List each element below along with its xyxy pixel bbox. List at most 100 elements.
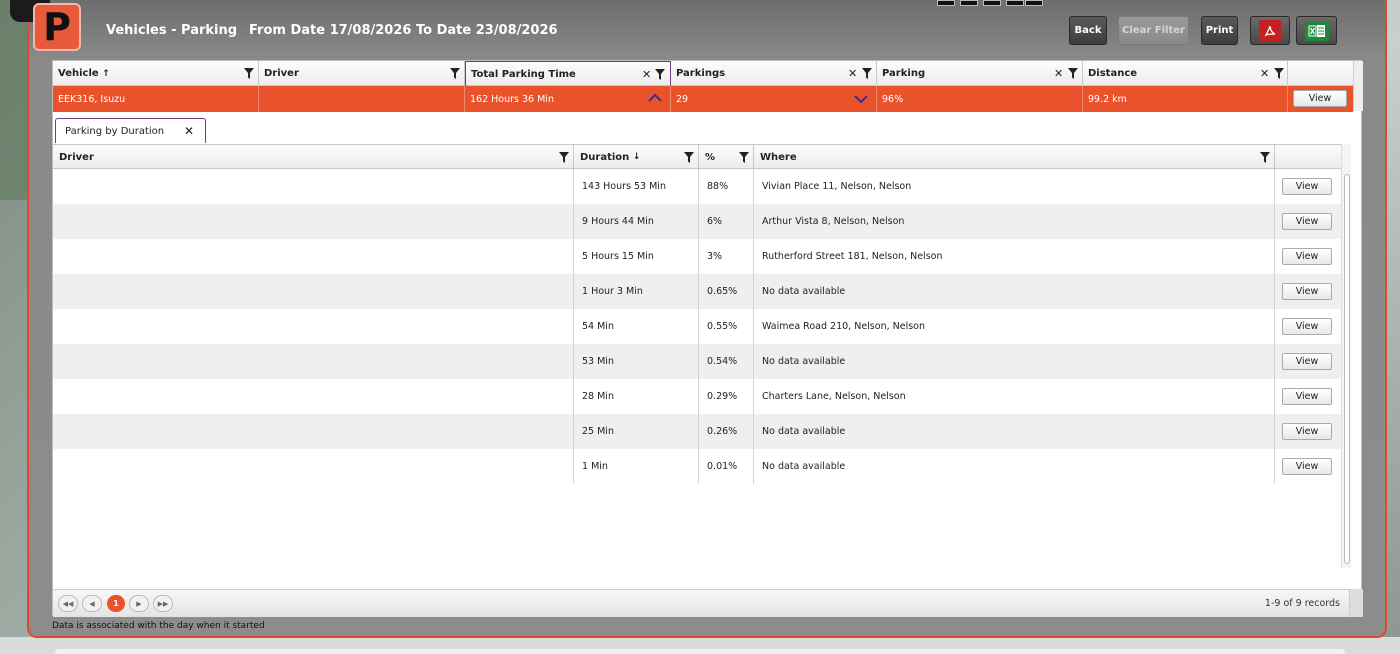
close-tab-icon[interactable]: ✕ bbox=[184, 124, 194, 138]
chevron-up-icon[interactable] bbox=[648, 94, 662, 102]
page-button-current[interactable]: 1 bbox=[107, 595, 125, 612]
filter-icon[interactable] bbox=[244, 68, 254, 79]
column-header-parking[interactable]: Parking ✕ bbox=[877, 61, 1083, 86]
detail-grid-scrollbar[interactable] bbox=[1341, 144, 1351, 568]
clear-filter-icon[interactable]: ✕ bbox=[1260, 68, 1269, 79]
table-row[interactable]: 1 Hour 3 Min 0.65% No data available View bbox=[53, 274, 1341, 309]
cell-percent: 3% bbox=[699, 239, 754, 274]
cell-actions: View bbox=[1275, 239, 1341, 274]
column-header-driver[interactable]: Driver bbox=[53, 145, 574, 169]
cell-driver bbox=[53, 379, 574, 414]
page-title: Vehicles - Parking bbox=[106, 23, 238, 38]
cell-duration: 54 Min bbox=[574, 309, 699, 344]
cell-percent: 0.55% bbox=[699, 309, 754, 344]
filter-icon[interactable] bbox=[559, 152, 569, 163]
cell-duration: 1 Min bbox=[574, 449, 699, 484]
last-page-icon[interactable]: ▶▶ bbox=[153, 595, 173, 612]
cell-parkings: 29 bbox=[671, 86, 877, 112]
first-page-icon[interactable]: ◀◀ bbox=[58, 595, 78, 612]
pdf-export-button[interactable] bbox=[1250, 16, 1290, 45]
cell-actions: View bbox=[1275, 414, 1341, 449]
sort-asc-icon: ↑ bbox=[102, 68, 110, 79]
window-control-icon[interactable] bbox=[1006, 0, 1024, 6]
view-button[interactable]: View bbox=[1282, 388, 1332, 405]
cell-duration: 1 Hour 3 Min bbox=[574, 274, 699, 309]
print-button[interactable]: Print bbox=[1201, 16, 1238, 45]
table-row[interactable]: 143 Hours 53 Min 88% Vivian Place 11, Nels… bbox=[53, 169, 1341, 204]
table-row[interactable]: 28 Min 0.29% Charters Lane, Nelson, Nelson… bbox=[53, 379, 1341, 414]
filter-icon[interactable] bbox=[684, 152, 694, 163]
pager-scrollbar[interactable] bbox=[1349, 589, 1363, 617]
detail-grid: Driver Duration ↓ % Where 143 Hours 53 M… bbox=[53, 144, 1341, 568]
table-row[interactable]: 9 Hours 44 Min 6% Arthur Vista 8, Nelson, … bbox=[53, 204, 1341, 239]
master-grid-scrollbar[interactable] bbox=[1353, 61, 1363, 111]
cell-where: No data available bbox=[754, 274, 1275, 309]
column-header-percent[interactable]: % bbox=[699, 145, 754, 169]
table-row[interactable]: 5 Hours 15 Min 3% Rutherford Street 181, N… bbox=[53, 239, 1341, 274]
cell-percent: 88% bbox=[699, 169, 754, 204]
filter-icon[interactable] bbox=[1260, 152, 1270, 163]
clear-filter-icon[interactable]: ✕ bbox=[642, 69, 651, 80]
cell-percent: 0.29% bbox=[699, 379, 754, 414]
filter-icon[interactable] bbox=[739, 152, 749, 163]
cell-driver bbox=[259, 86, 465, 112]
next-page-icon[interactable]: ▶ bbox=[129, 595, 149, 612]
window-control-icon[interactable] bbox=[983, 0, 1001, 6]
column-header-distance[interactable]: Distance ✕ bbox=[1083, 61, 1288, 86]
cell-duration: 53 Min bbox=[574, 344, 699, 379]
excel-export-button[interactable] bbox=[1296, 16, 1337, 45]
table-row[interactable]: 1 Min 0.01% No data available View bbox=[53, 449, 1341, 484]
cell-where: Rutherford Street 181, Nelson, Nelson bbox=[754, 239, 1275, 274]
cell-duration: 5 Hours 15 Min bbox=[574, 239, 699, 274]
column-header-driver[interactable]: Driver bbox=[259, 61, 465, 86]
cell-percent: 0.01% bbox=[699, 449, 754, 484]
cell-actions: View bbox=[1275, 344, 1341, 379]
view-button[interactable]: View bbox=[1282, 458, 1332, 475]
view-button[interactable]: View bbox=[1282, 213, 1332, 230]
column-header-total-parking-time[interactable]: Total Parking Time ✕ bbox=[465, 61, 671, 86]
column-header-vehicle[interactable]: Vehicle ↑ bbox=[53, 61, 259, 86]
tab-parking-by-duration[interactable]: Parking by Duration ✕ bbox=[55, 118, 206, 143]
cell-actions: View bbox=[1275, 379, 1341, 414]
cell-driver bbox=[53, 274, 574, 309]
table-row-selected[interactable]: EEK316, Isuzu 162 Hours 36 Min 29 96% 99… bbox=[53, 86, 1353, 112]
view-button[interactable]: View bbox=[1293, 90, 1347, 107]
clear-filter-icon[interactable]: ✕ bbox=[848, 68, 857, 79]
background-bottom bbox=[0, 637, 1400, 654]
window-control-icon[interactable] bbox=[1025, 0, 1043, 6]
view-button[interactable]: View bbox=[1282, 178, 1332, 195]
table-row[interactable]: 53 Min 0.54% No data available View bbox=[53, 344, 1341, 379]
filter-icon[interactable] bbox=[1068, 68, 1078, 79]
column-header-parkings[interactable]: Parkings ✕ bbox=[671, 61, 877, 86]
filter-icon[interactable] bbox=[862, 68, 872, 79]
cell-where: No data available bbox=[754, 344, 1275, 379]
filter-icon[interactable] bbox=[655, 69, 665, 80]
table-row[interactable]: 54 Min 0.55% Waimea Road 210, Nelson, Nels… bbox=[53, 309, 1341, 344]
view-button[interactable]: View bbox=[1282, 318, 1332, 335]
table-row[interactable]: 25 Min 0.26% No data available View bbox=[53, 414, 1341, 449]
window-control-icon[interactable] bbox=[937, 0, 955, 6]
filter-icon[interactable] bbox=[450, 68, 460, 79]
column-header-duration[interactable]: Duration ↓ bbox=[574, 145, 699, 169]
cell-actions: View bbox=[1275, 169, 1341, 204]
clear-filter-icon[interactable]: ✕ bbox=[1054, 68, 1063, 79]
prev-page-icon[interactable]: ◀ bbox=[82, 595, 102, 612]
back-button[interactable]: Back bbox=[1069, 16, 1107, 45]
cell-percent: 0.26% bbox=[699, 414, 754, 449]
view-button[interactable]: View bbox=[1282, 423, 1332, 440]
filter-icon[interactable] bbox=[1274, 68, 1284, 79]
window-control-icon[interactable] bbox=[960, 0, 978, 6]
cell-duration: 25 Min bbox=[574, 414, 699, 449]
cell-percent: 6% bbox=[699, 204, 754, 239]
column-header-where[interactable]: Where bbox=[754, 145, 1275, 169]
clear-filter-button[interactable]: Clear Filter bbox=[1118, 16, 1189, 45]
cell-where: No data available bbox=[754, 414, 1275, 449]
cell-actions: View bbox=[1275, 309, 1341, 344]
scrollbar-thumb[interactable] bbox=[1344, 174, 1350, 564]
chevron-down-icon[interactable] bbox=[854, 95, 868, 103]
cell-where: No data available bbox=[754, 449, 1275, 484]
view-button[interactable]: View bbox=[1282, 283, 1332, 300]
cell-driver bbox=[53, 309, 574, 344]
view-button[interactable]: View bbox=[1282, 353, 1332, 370]
view-button[interactable]: View bbox=[1282, 248, 1332, 265]
